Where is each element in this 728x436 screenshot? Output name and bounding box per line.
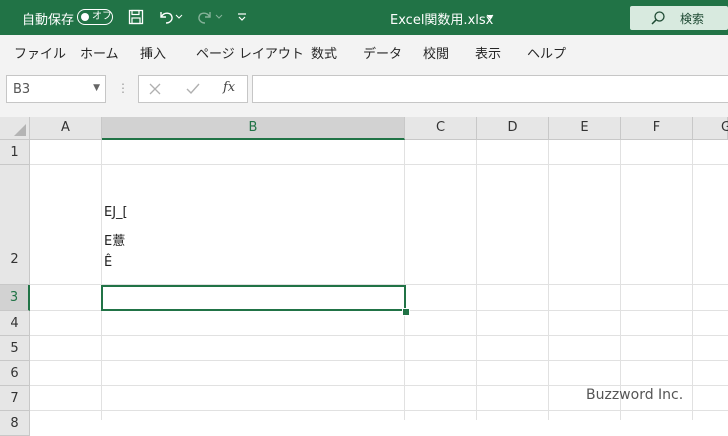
redo-icon[interactable] — [195, 7, 215, 27]
cell-b2-line-2: E薏 — [104, 234, 126, 249]
gridline — [30, 360, 728, 361]
autosave-toggle[interactable]: オフ — [77, 9, 113, 25]
search-icon — [651, 11, 665, 25]
name-box-dropdown-icon[interactable]: ▼ — [93, 83, 100, 93]
tab-page-layout[interactable]: ページ レイアウト — [196, 43, 304, 62]
tab-file[interactable]: ファイル — [14, 43, 66, 62]
save-icon[interactable] — [126, 7, 146, 27]
name-box-value: B3 — [13, 82, 31, 97]
column-header-d[interactable]: D — [477, 117, 549, 140]
search-box[interactable]: 検索 — [630, 6, 728, 30]
gridline — [620, 140, 621, 420]
autosave-state: オフ — [92, 11, 112, 22]
row-header-8[interactable]: 8 — [0, 411, 30, 436]
worksheet-grid[interactable]: A B C D E F G 1 2 3 4 5 6 7 8 EJ_[ E薏 Ê … — [0, 117, 728, 436]
tab-home[interactable]: ホーム — [80, 43, 119, 62]
tab-help[interactable]: ヘルプ — [527, 43, 566, 62]
redo-dropdown-icon[interactable] — [214, 7, 224, 27]
row-header-3[interactable]: 3 — [0, 285, 30, 311]
gridline — [692, 140, 693, 420]
undo-icon[interactable] — [156, 7, 176, 27]
tab-review[interactable]: 校閲 — [423, 43, 449, 62]
fill-handle[interactable] — [402, 308, 410, 316]
row-header-4[interactable]: 4 — [0, 311, 30, 336]
gridline — [30, 335, 728, 336]
title-dropdown-icon[interactable] — [484, 7, 496, 27]
column-header-e[interactable]: E — [549, 117, 621, 140]
enter-check-icon[interactable] — [186, 83, 200, 95]
formula-bar: B3 ▼ ⋮ fx — [0, 67, 728, 117]
name-box[interactable]: B3 ▼ — [6, 75, 106, 103]
row-header-6[interactable]: 6 — [0, 361, 30, 386]
formula-input[interactable] — [252, 75, 728, 103]
file-title: Excel関数用.xlsx — [390, 13, 494, 28]
undo-dropdown-icon[interactable] — [174, 7, 184, 27]
cell-b2-line-3: Ê — [104, 255, 113, 270]
search-label: 検索 — [680, 12, 705, 26]
select-all-corner[interactable] — [0, 117, 30, 140]
gridline — [101, 140, 102, 420]
gridline — [30, 410, 728, 411]
tab-formulas[interactable]: 数式 — [311, 43, 337, 62]
title-bar: 自動保存 オフ Excel関数用.xlsx 検索 — [0, 0, 728, 35]
gridline — [404, 140, 405, 420]
gridline — [476, 140, 477, 420]
formula-bar-grip-icon: ⋮ — [117, 81, 129, 95]
gridline — [30, 164, 728, 165]
tab-insert[interactable]: 挿入 — [140, 43, 166, 62]
insert-function-icon[interactable]: fx — [223, 80, 235, 95]
row-header-5[interactable]: 5 — [0, 336, 30, 361]
gridline — [548, 140, 549, 420]
column-header-b[interactable]: B — [102, 117, 405, 140]
column-header-a[interactable]: A — [30, 117, 102, 140]
column-header-g[interactable]: G — [693, 117, 728, 140]
row-header-7[interactable]: 7 — [0, 386, 30, 411]
column-header-f[interactable]: F — [621, 117, 693, 140]
gridline — [30, 385, 728, 386]
column-header-c[interactable]: C — [405, 117, 477, 140]
row-header-1[interactable]: 1 — [0, 140, 30, 165]
ribbon-tabs: ファイル ホーム 挿入 ページ レイアウト 数式 データ 校閲 表示 ヘルプ — [0, 35, 728, 68]
tab-data[interactable]: データ — [363, 43, 402, 62]
row-header-2[interactable]: 2 — [0, 165, 30, 285]
toggle-knob — [81, 13, 89, 21]
active-cell-b3[interactable] — [101, 285, 406, 311]
tab-view[interactable]: 表示 — [475, 43, 501, 62]
formula-buttons: fx — [138, 75, 248, 103]
cell-b2-line-1: EJ_[ — [104, 205, 128, 220]
autosave-label: 自動保存 — [22, 13, 75, 28]
customize-toolbar-icon[interactable] — [232, 7, 252, 27]
cancel-icon[interactable] — [149, 83, 161, 95]
watermark: Buzzword Inc. — [586, 387, 684, 403]
